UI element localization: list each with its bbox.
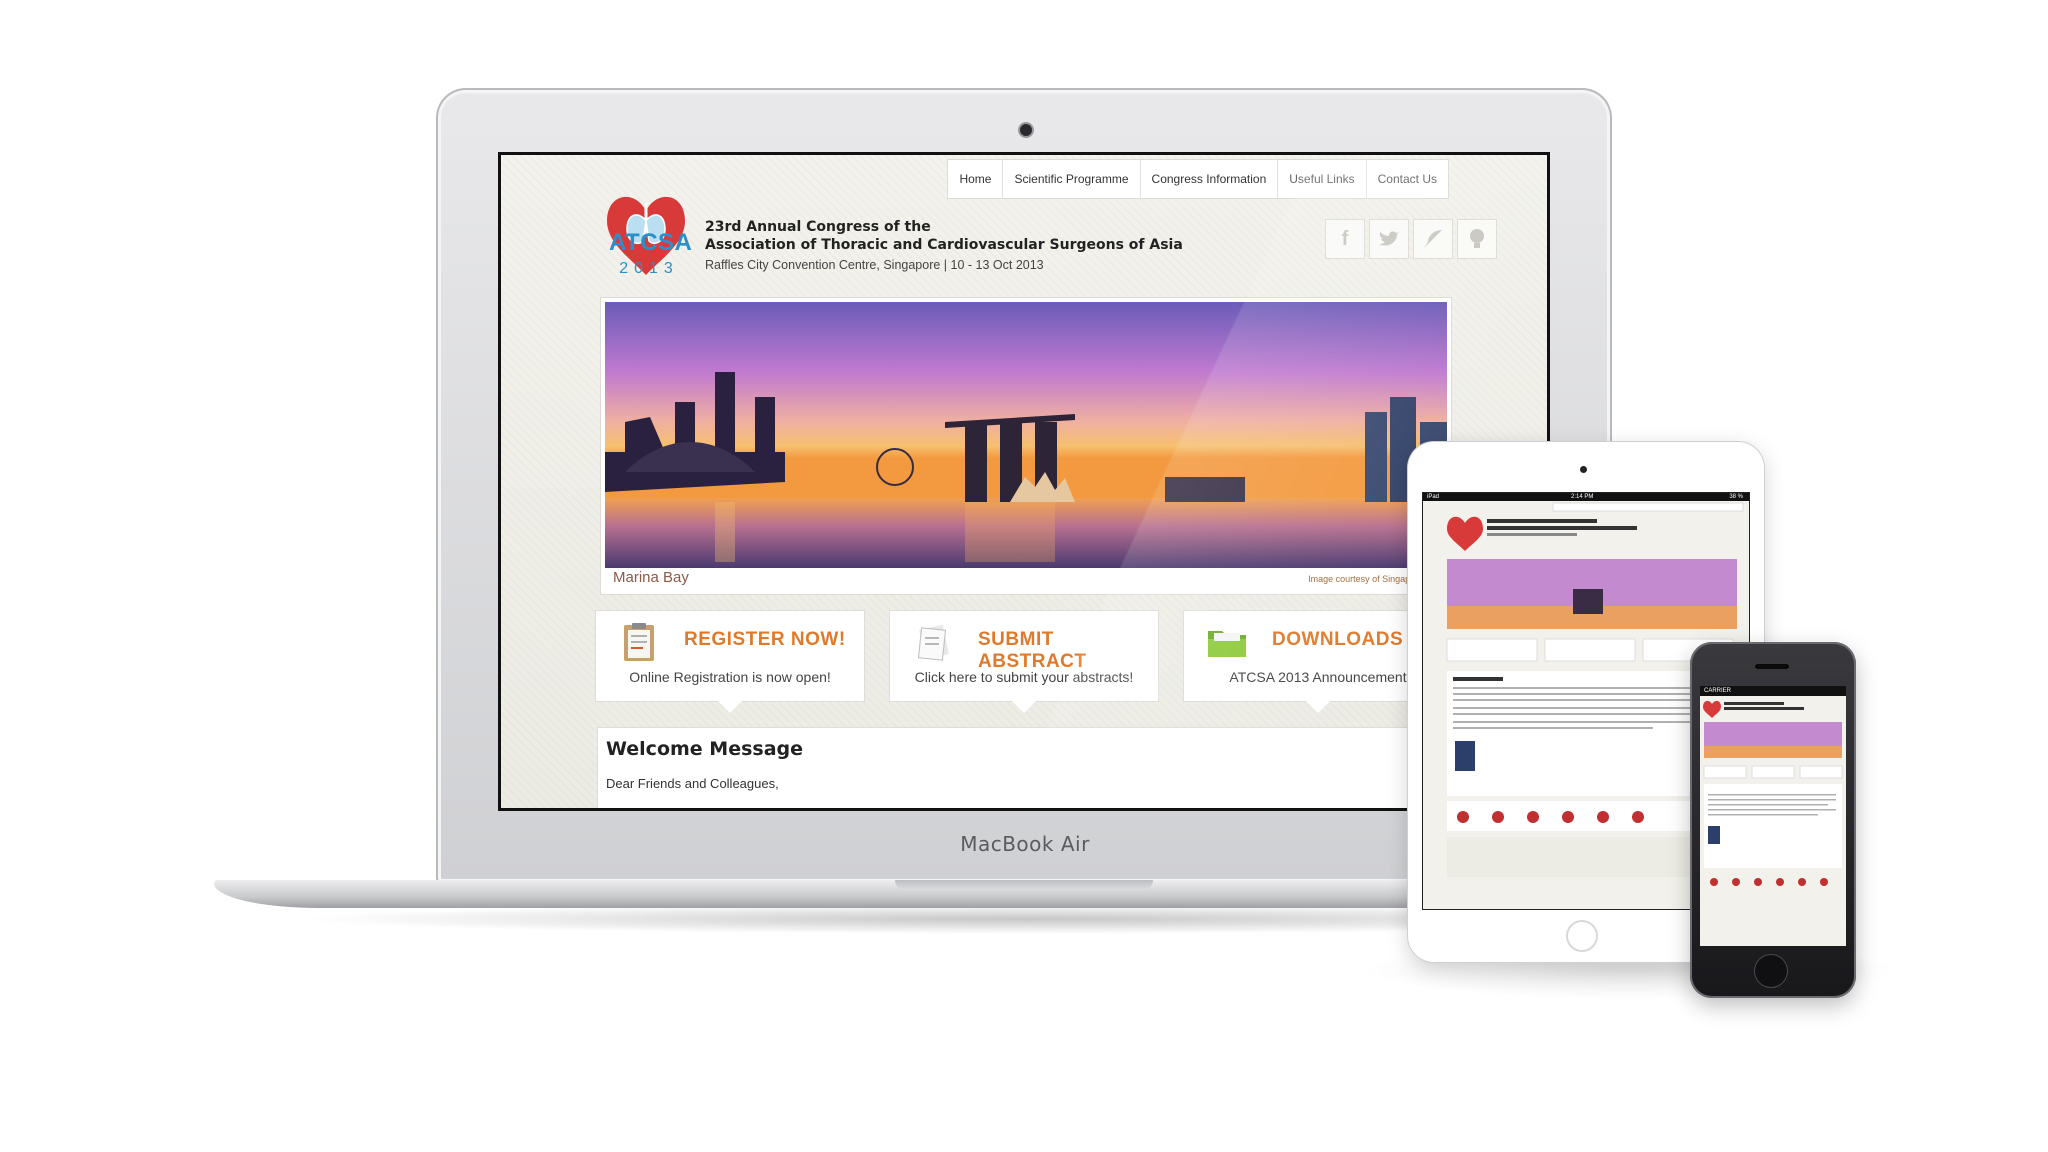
macbook-screen: Home Scientific Programme Congress Infor… — [498, 152, 1550, 811]
register-subtitle: Online Registration is now open! — [629, 669, 831, 685]
feather-icon[interactable] — [1413, 219, 1453, 259]
welcome-greeting: Dear Friends and Colleagues, — [606, 776, 779, 791]
congress-title-line1: 23rd Annual Congress of the — [705, 219, 931, 235]
logo-wordmark: ATCSA — [609, 229, 693, 256]
camera-icon — [1020, 124, 1032, 136]
congress-venue: Raffles City Convention Centre, Singapor… — [705, 258, 1044, 272]
website: Home Scientific Programme Congress Infor… — [501, 155, 1547, 808]
iphone-status-bar: CARRIER — [1700, 686, 1846, 696]
feature-cards: REGISTER NOW! Online Registration is now… — [595, 610, 1547, 713]
logo-year: 2013 — [619, 260, 679, 277]
downloads-title: DOWNLOADS — [1272, 629, 1404, 650]
marina-bay-skyline-image — [605, 302, 1447, 568]
iphone-carrier: CARRIER — [1704, 688, 1732, 694]
ipad-status-bar: iPad 2:14 PM 38 % — [1423, 493, 1749, 501]
register-card[interactable]: REGISTER NOW! Online Registration is now… — [595, 610, 865, 713]
nav-useful-links[interactable]: Useful Links — [1278, 160, 1367, 198]
register-title: REGISTER NOW! — [684, 629, 846, 650]
ipad-home-button[interactable] — [1566, 920, 1598, 952]
facebook-icon[interactable]: f — [1325, 219, 1365, 259]
submit-abstract-title: SUBMIT ABSTRACT — [978, 629, 1087, 672]
iphone-website-thumbnail — [1700, 696, 1846, 946]
lightbulb-icon[interactable] — [1457, 219, 1497, 259]
macbook-notch — [895, 880, 1153, 890]
iphone-home-button[interactable] — [1755, 955, 1787, 987]
folder-icon — [1208, 631, 1246, 657]
nav-home[interactable]: Home — [948, 160, 1004, 198]
nav-congress-information[interactable]: Congress Information — [1141, 160, 1279, 198]
iphone-screen: CARRIER — [1700, 686, 1846, 946]
hero-banner: Marina Bay Image courtesy of Singapore T… — [600, 297, 1452, 595]
welcome-section: Welcome Message Dear Friends and Colleag… — [597, 727, 1467, 808]
iphone-speaker-icon — [1755, 664, 1789, 669]
welcome-title: Welcome Message — [606, 738, 804, 760]
twitter-icon[interactable] — [1369, 219, 1409, 259]
banner-caption: Marina Bay — [613, 569, 689, 586]
clipboard-icon — [624, 623, 654, 661]
submit-abstract-card[interactable]: SUBMIT ABSTRACT Click here to submit you… — [889, 610, 1159, 713]
ipad-camera-icon — [1580, 466, 1587, 473]
nav-scientific-programme[interactable]: Scientific Programme — [1003, 160, 1141, 198]
ipad-status-device: iPad — [1427, 494, 1440, 500]
social-icons: f — [1325, 219, 1497, 259]
laptop-brand-label: MacBook Air — [960, 832, 1090, 856]
documents-icon — [917, 624, 949, 661]
submit-abstract-subtitle: Click here to submit your abstracts! — [914, 669, 1134, 685]
main-nav: Home Scientific Programme Congress Infor… — [947, 159, 1449, 199]
nav-contact-us[interactable]: Contact Us — [1367, 160, 1448, 198]
ipad-status-battery: 38 % — [1729, 494, 1743, 500]
ipad-status-time: 2:14 PM — [1571, 494, 1594, 500]
congress-title-line2: Association of Thoracic and Cardiovascul… — [705, 237, 1183, 253]
